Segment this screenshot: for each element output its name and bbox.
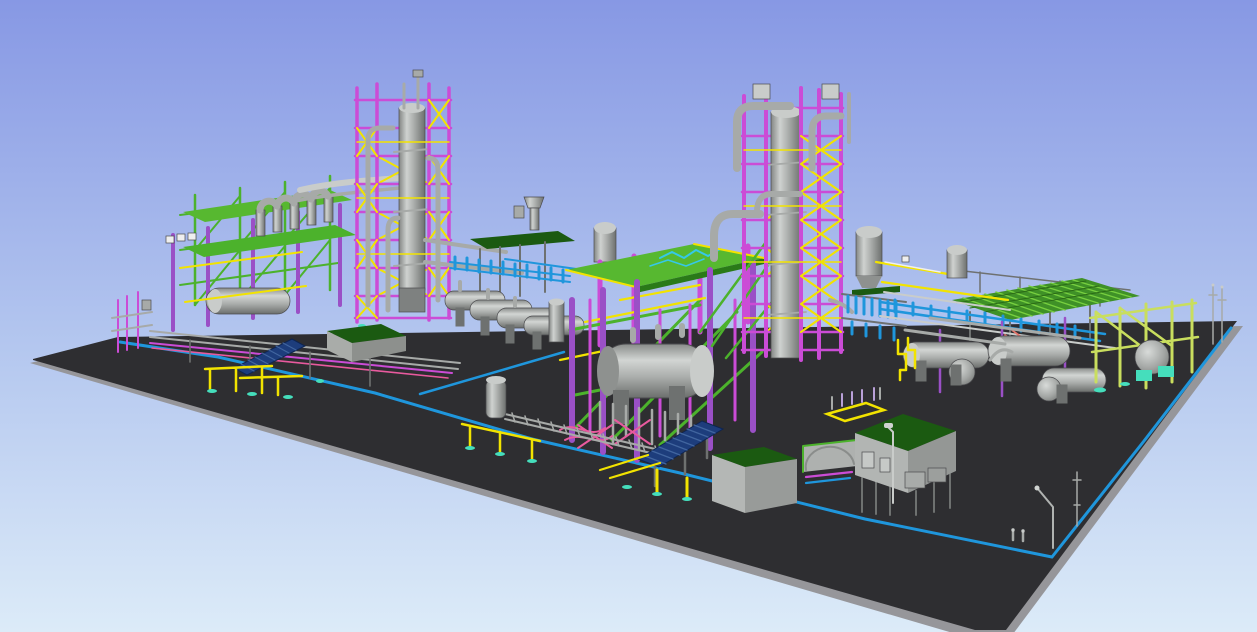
foundation-pad [495,452,505,456]
street-lamp-head [884,423,893,428]
foundation-pad [1120,382,1130,386]
vessel-shell[interactable] [856,232,882,276]
vessel-dome [856,226,882,238]
model-viewport[interactable] [0,0,1257,632]
top-plate-west [753,84,770,99]
small-vertical-drum[interactable] [549,302,564,342]
top-davit [413,70,423,77]
junction-box [902,256,909,262]
exchanger-tube-bank-part [290,203,299,229]
plant-3d-scene[interactable] [0,0,1257,632]
wall-vent [862,452,874,468]
drum-dome [594,222,616,234]
mint-foundation [1158,366,1174,377]
exchanger-tube-bank-part [324,196,333,222]
foundation-pad [465,446,475,450]
vessel-head [208,289,222,313]
antenna-tip [1221,286,1224,289]
foundation-pad [682,497,692,501]
duct-cap [486,376,506,384]
foundation-pad [247,392,257,396]
small-box [905,472,925,488]
flare-stack [530,208,539,230]
drum-head-west [597,346,619,396]
antenna-tip [1212,284,1215,287]
small-drum-top [549,299,564,306]
column-shell[interactable] [771,112,801,358]
junction-box [166,236,174,243]
fitting-cap [1021,529,1024,532]
top-plate-east [822,84,839,99]
mint-foundation [1136,370,1152,381]
stack-box [514,206,524,218]
gray-warehouse-box[interactable] [712,447,797,513]
drum-dome [947,245,967,255]
small-box [928,468,946,482]
foundation-pad [527,459,537,463]
junction-box [188,233,196,240]
foundation-pad [207,389,217,393]
junction-box [177,234,185,241]
exchanger-tube-bank-part [307,199,316,225]
column-shell[interactable] [399,108,425,290]
foundation-pad [652,492,662,496]
lamp-head [1035,486,1040,491]
wall-vent [880,458,890,472]
drum-head-east [690,345,714,397]
exchanger-tube-bank-part [273,206,282,232]
column-skirt [399,288,425,312]
foundation-pad [1094,388,1106,393]
duct-column [486,380,506,418]
rack-box [142,300,151,310]
foundation-pad [283,395,293,399]
fitting-cap [1011,528,1014,531]
foundation-pad [316,379,324,383]
foundation-pad [622,485,632,489]
exchanger-tube-bank-part [256,210,265,236]
